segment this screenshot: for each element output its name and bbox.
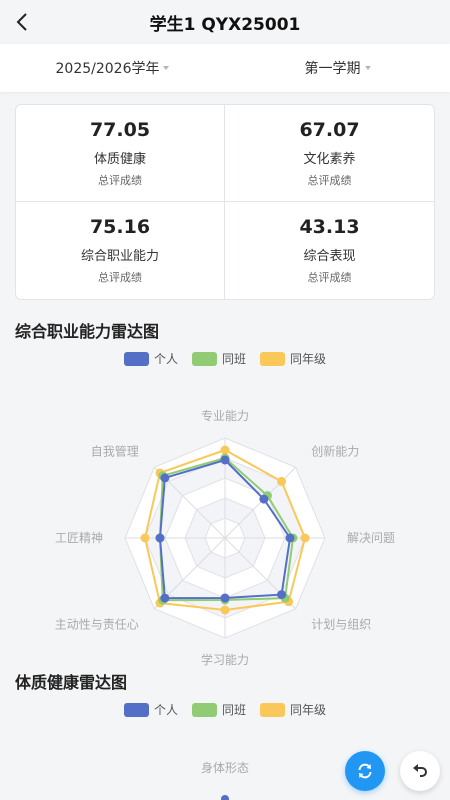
undo-icon [413,764,427,777]
radar-data-point [220,593,230,603]
health-radar-legend: 个人 同班 同年级 [0,701,450,718]
radar-data-point [285,533,295,543]
vocational-radar-chart: 专业能力创新能力解决问题计划与组织学习能力 主动性与责任心工匠精神 自我管理 [55,408,395,667]
radar-data-point [300,533,310,543]
legend-label: 同班 [221,352,246,366]
year-select[interactable]: 2025/2026学年 [0,44,225,92]
legend-item-class[interactable]: 同班 [191,701,246,718]
back-button[interactable] [8,8,36,36]
radar-data-point [140,533,150,543]
score-value: 43.13 [299,216,360,238]
score-value: 67.07 [299,118,360,141]
term-select-label: 第一学期 [304,61,361,77]
term-select[interactable]: 第一学期 [225,44,450,92]
vocational-radar-legend: 个人 同班 同年级 [0,350,450,367]
health-radar-title: 体质健康雷达图 [15,673,128,692]
chevron-left-icon [16,13,27,31]
radar-axis-label: 主动性与责任心 [55,617,139,631]
header: 学生1 QYX25001 [0,0,450,44]
legend-item-personal[interactable]: 个人 [123,701,178,718]
score-sub: 总评成绩 [98,173,142,187]
score-cell-vocational-ability: 75.16 综合职业能力 总评成绩 [16,202,225,299]
radar-axis-label: 计划与组织 [311,617,371,631]
score-name: 文化素养 [303,151,356,167]
legend-item-grade[interactable]: 同年级 [260,350,326,367]
radar-data-point [155,533,165,543]
radar-data-point [220,455,230,465]
legend-swatch [191,351,217,366]
score-name: 综合表现 [303,249,356,264]
radar-data-point [160,593,170,603]
refresh-icon [358,763,372,779]
score-value: 77.05 [89,118,151,141]
legend-item-grade[interactable]: 同年级 [260,701,326,718]
legend-label: 个人 [153,352,178,366]
legend-item-class[interactable]: 同班 [191,350,246,367]
score-name: 体质健康 [93,151,146,167]
radar-axis-label: 解决问题 [347,531,395,545]
score-sub: 总评成绩 [98,271,142,284]
return-button[interactable] [400,751,440,791]
caret-down-icon [163,66,170,70]
radar-axis-label: 身体形态 [201,760,249,775]
radar-axis-label: 自我管理 [91,444,139,459]
radar-data-point [277,590,287,600]
legend-swatch [260,702,285,717]
refresh-button[interactable] [345,751,385,791]
legend-swatch [260,351,285,366]
legend-label: 同年级 [290,352,327,366]
score-cell-physical-health: 77.05 体质健康 总评成绩 [16,105,225,202]
radar-axis-label: 专业能力 [201,408,249,423]
year-select-label: 2025/2026学年 [55,61,160,77]
legend-swatch [123,702,149,717]
radar-axis-label: 学习能力 [201,652,249,667]
page-title: 学生1 QYX25001 [149,14,301,35]
legend-swatch [123,351,149,366]
legend-label: 个人 [153,703,178,717]
radar-axis-label: 工匠精神 [55,531,103,545]
radar-data-point [277,476,287,486]
radar-axis-label: 创新能力 [311,444,359,459]
radar-data-point [160,473,170,483]
radar-data-point [220,445,230,455]
score-cell-performance: 43.13 综合表现 总评成绩 [225,202,434,299]
caret-down-icon [364,66,371,70]
radar-data-point [221,795,229,800]
vocational-radar-title: 综合职业能力雷达图 [15,322,160,341]
score-sub: 总评成绩 [307,173,352,187]
score-cell-culture: 67.07 文化素养 总评成绩 [225,105,434,202]
score-name: 综合职业能力 [80,249,159,264]
legend-label: 同年级 [290,703,327,717]
score-sub: 总评成绩 [307,271,352,284]
radar-data-point [259,494,269,504]
legend-label: 同班 [221,703,246,717]
legend-item-personal[interactable]: 个人 [123,350,178,367]
legend-swatch [191,702,217,717]
score-value: 75.16 [89,216,151,238]
radar-data-point [220,605,230,615]
score-summary-card: 77.05 体质健康 总评成绩 67.07 文化素养 总评成绩 75.16 综合… [15,104,435,300]
filter-bar: 2025/2026学年 第一学期 [0,44,450,92]
